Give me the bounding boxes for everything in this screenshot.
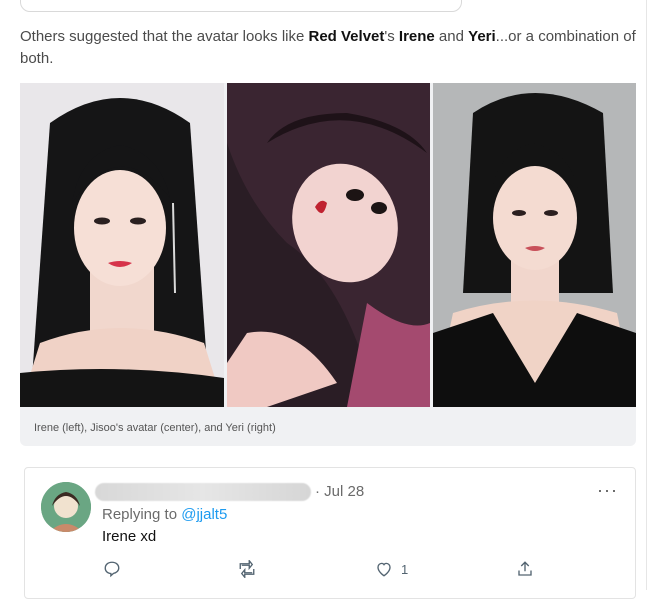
retweet-button[interactable]	[237, 560, 257, 578]
embedded-tweet[interactable]: · Jul 28 ··· Replying to @jjalt5 Irene x…	[24, 467, 636, 599]
jisoo-avatar-photo[interactable]	[227, 83, 430, 407]
like-count: 1	[401, 561, 409, 577]
share-icon	[516, 560, 534, 578]
reply-handle-link[interactable]: @jjalt5	[181, 506, 227, 523]
intro-text-2: 's	[384, 28, 399, 45]
retweet-icon	[237, 560, 257, 578]
intro-text-3: and	[434, 28, 469, 45]
intro-text-1: Others suggested that the avatar looks l…	[20, 28, 309, 45]
like-button[interactable]: 1	[375, 560, 408, 578]
reply-button[interactable]	[103, 560, 121, 578]
avatar[interactable]	[41, 482, 91, 532]
blurred-display-name	[95, 483, 311, 501]
comparison-figure: Irene (left), Jisoo's avatar (center), a…	[20, 83, 636, 446]
irene-text: Irene	[398, 28, 435, 45]
article-paragraph: Others suggested that the avatar looks l…	[20, 26, 640, 70]
heart-icon	[375, 560, 393, 578]
red-velvet-text: Red Velvet	[308, 28, 385, 45]
tweet-date[interactable]: · Jul 28	[315, 483, 364, 500]
column-divider	[646, 0, 647, 590]
photo-strip	[20, 83, 636, 407]
replying-prefix: Replying to	[102, 506, 182, 523]
yeri-photo[interactable]	[433, 83, 636, 407]
reply-icon	[103, 560, 121, 578]
more-options-icon[interactable]: ···	[597, 480, 618, 501]
previous-embed-card-edge	[20, 0, 462, 12]
irene-photo[interactable]	[20, 83, 224, 407]
share-button[interactable]	[516, 560, 534, 578]
yeri-text: Yeri	[468, 28, 496, 45]
figure-caption: Irene (left), Jisoo's avatar (center), a…	[34, 422, 276, 434]
tweet-text: Irene xd	[102, 528, 157, 545]
replying-to-line: Replying to @jjalt5	[102, 506, 227, 523]
